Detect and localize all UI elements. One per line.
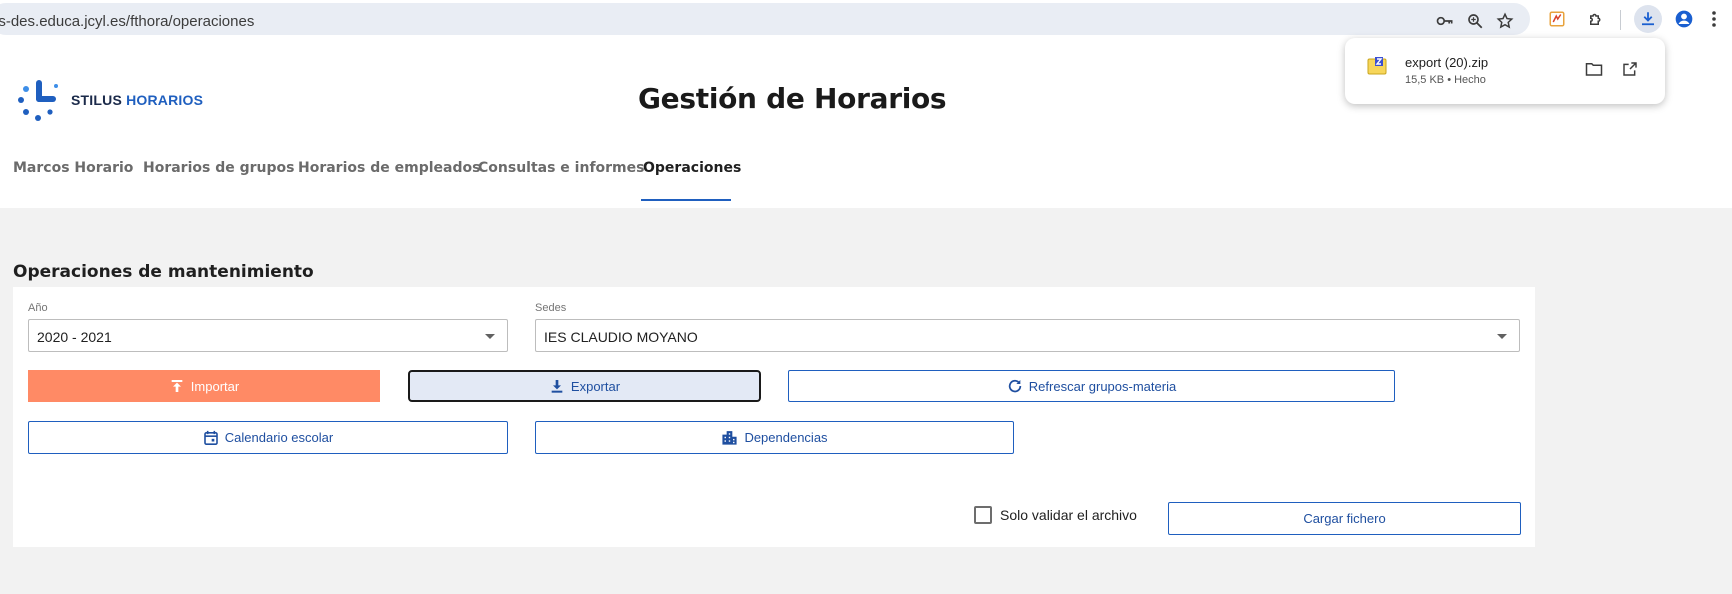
profile-icon[interactable] bbox=[1670, 5, 1698, 33]
refrescar-button[interactable]: Refrescar grupos-materia bbox=[788, 370, 1395, 402]
sedes-select[interactable]: IES CLAUDIO MOYANO bbox=[535, 319, 1520, 352]
download-file-meta: 15,5 KB • Hecho bbox=[1405, 74, 1486, 86]
folder-icon[interactable] bbox=[1583, 58, 1605, 80]
active-tab-indicator bbox=[641, 199, 731, 201]
calendario-button[interactable]: Calendario escolar bbox=[28, 421, 508, 454]
brand-part2: HORARIOS bbox=[126, 92, 204, 108]
stilus-logo-icon[interactable] bbox=[18, 78, 62, 124]
dependencias-label: Dependencias bbox=[744, 430, 828, 445]
importar-label: Importar bbox=[190, 378, 240, 394]
sedes-select-value: IES CLAUDIO MOYANO bbox=[544, 329, 698, 345]
calendar-icon bbox=[203, 430, 218, 445]
sedes-label: Sedes bbox=[535, 302, 567, 314]
year-select[interactable]: 2020 - 2021 bbox=[28, 319, 508, 352]
extension-colored-icon[interactable] bbox=[1543, 5, 1571, 33]
tab-horarios-empleados[interactable]: Horarios de empleados bbox=[298, 160, 480, 176]
tab-marcos-horario[interactable]: Marcos Horario bbox=[13, 160, 133, 176]
url-text[interactable]: us-des.educa.jcyl.es/fthora/operaciones bbox=[0, 13, 254, 30]
tab-consultas-informes[interactable]: Consultas e informes bbox=[478, 160, 644, 176]
importar-button[interactable]: Importar bbox=[28, 370, 380, 402]
exportar-label: Exportar bbox=[570, 378, 621, 394]
tab-operaciones[interactable]: Operaciones bbox=[643, 160, 741, 176]
brand-part1: STILUS bbox=[71, 92, 122, 108]
cargar-fichero-label: Cargar fichero bbox=[1303, 511, 1386, 526]
open-external-icon[interactable] bbox=[1619, 58, 1641, 80]
toolbar-separator bbox=[1620, 10, 1621, 30]
chevron-down-icon bbox=[1497, 334, 1507, 339]
download-icon bbox=[551, 380, 563, 393]
address-bar[interactable]: us-des.educa.jcyl.es/fthora/operaciones bbox=[0, 3, 1530, 35]
download-icon[interactable] bbox=[1634, 5, 1662, 33]
puzzle-icon[interactable] bbox=[1582, 5, 1610, 33]
refrescar-label: Refrescar grupos-materia bbox=[1028, 378, 1177, 394]
section-title: Operaciones de mantenimiento bbox=[13, 262, 314, 282]
zoom-icon[interactable] bbox=[1464, 10, 1486, 32]
calendario-label: Calendario escolar bbox=[224, 430, 334, 445]
dependencias-button[interactable]: Dependencias bbox=[535, 421, 1014, 454]
upload-icon bbox=[171, 380, 183, 392]
tab-horarios-grupos[interactable]: Horarios de grupos bbox=[143, 160, 294, 176]
year-label: Año bbox=[28, 302, 48, 314]
year-select-value: 2020 - 2021 bbox=[37, 329, 112, 345]
refresh-icon bbox=[1008, 379, 1021, 393]
solo-validar-label[interactable]: Solo validar el archivo bbox=[1000, 507, 1137, 523]
browser-toolbar: us-des.educa.jcyl.es/fthora/operaciones bbox=[0, 0, 1732, 40]
exportar-button[interactable]: Exportar bbox=[408, 370, 761, 402]
download-popup: export (20).zip 15,5 KB • Hecho bbox=[1345, 38, 1665, 104]
page-title: Gestión de Horarios bbox=[638, 82, 947, 115]
key-icon[interactable] bbox=[1434, 10, 1456, 32]
download-file-name[interactable]: export (20).zip bbox=[1405, 55, 1488, 70]
menu-icon[interactable] bbox=[1700, 5, 1728, 33]
chevron-down-icon bbox=[485, 334, 495, 339]
zip-file-icon[interactable] bbox=[1367, 56, 1387, 76]
brand-name: STILUS HORARIOS bbox=[71, 92, 203, 108]
solo-validar-checkbox[interactable] bbox=[974, 506, 992, 524]
cargar-fichero-button[interactable]: Cargar fichero bbox=[1168, 502, 1521, 535]
building-icon bbox=[722, 431, 738, 445]
star-icon[interactable] bbox=[1494, 10, 1516, 32]
